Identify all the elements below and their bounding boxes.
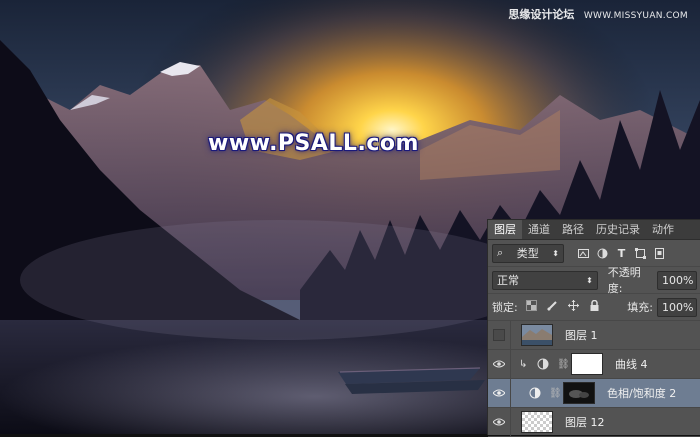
pixel-filter-icon[interactable] xyxy=(578,248,589,259)
layer-row[interactable]: ↳ ⛓ 曲线 4 xyxy=(488,350,700,379)
adjustment-layer-content: ↳ ⛓ 曲线 4 xyxy=(511,353,648,375)
shape-filter-icon[interactable] xyxy=(635,247,646,259)
layer-filter-row: ⌕ 类型 ⬍ T xyxy=(488,240,700,267)
hue-saturation-adjustment-icon xyxy=(529,387,541,399)
transparent-layer-thumbnail xyxy=(521,411,553,433)
smart-object-filter-icon[interactable] xyxy=(654,247,665,259)
lock-transparent-pixels-icon[interactable] xyxy=(525,300,537,314)
opacity-value: 100% xyxy=(662,273,694,287)
layer-thumbnail xyxy=(521,324,553,346)
hidden-visibility-box xyxy=(493,329,505,341)
blend-mode-select[interactable]: 正常 ⬍ xyxy=(492,270,598,290)
visibility-toggle[interactable] xyxy=(488,408,511,436)
site-watermark-cn: 思缘设计论坛 xyxy=(508,8,575,21)
layer-mask-thumbnail[interactable] xyxy=(571,353,603,375)
link-chain-icon[interactable]: ⛓ xyxy=(557,359,570,370)
psall-logo: www.PSALL.com xyxy=(208,131,419,156)
eye-icon xyxy=(492,387,506,400)
blend-opacity-row: 正常 ⬍ 不透明度: 100% xyxy=(488,266,700,295)
layer-row[interactable]: 图层 1 xyxy=(488,321,700,350)
layer-kind-filter-select[interactable]: ⌕ 类型 ⬍ xyxy=(492,243,564,263)
layer-row-selected[interactable]: ⛓ 色相/饱和度 2 xyxy=(488,379,700,408)
clipping-mask-arrow-icon: ↳ xyxy=(519,358,528,370)
up-down-arrows-icon: ⬍ xyxy=(552,248,559,258)
lock-icons xyxy=(525,299,600,314)
opacity-input[interactable]: 100% xyxy=(657,270,697,290)
adjustment-filter-icon[interactable] xyxy=(597,248,608,259)
tab-layers[interactable]: 图层 xyxy=(488,220,522,239)
tab-paths[interactable]: 路径 xyxy=(556,220,590,239)
lock-position-icon[interactable] xyxy=(567,300,579,314)
tab-channels[interactable]: 通道 xyxy=(522,220,556,239)
lock-all-icon[interactable] xyxy=(589,299,600,314)
fill-input[interactable]: 100% xyxy=(657,297,697,317)
link-chain-icon[interactable]: ⛓ xyxy=(549,388,562,399)
filter-icons: T xyxy=(578,247,665,260)
visibility-toggle[interactable] xyxy=(488,321,511,349)
lock-label: 锁定: xyxy=(492,301,518,314)
type-filter-icon[interactable]: T xyxy=(616,247,627,260)
layer-mask-thumbnail[interactable] xyxy=(563,382,595,404)
layer-name: 色相/饱和度 2 xyxy=(607,387,677,400)
layers-panel: 图层 通道 路径 历史记录 动作 ⌕ 类型 ⬍ T 正常 ⬍ 不透明度: 100… xyxy=(487,219,700,437)
layer-name: 曲线 4 xyxy=(615,358,648,371)
visibility-toggle[interactable] xyxy=(488,350,511,378)
kind-filter-label: 类型 xyxy=(516,247,539,260)
eye-icon xyxy=(492,416,506,429)
tab-history[interactable]: 历史记录 xyxy=(590,220,646,239)
fill-label: 填充: xyxy=(627,301,653,314)
visibility-toggle[interactable] xyxy=(488,379,511,407)
up-down-arrows-icon: ⬍ xyxy=(586,275,593,285)
eye-icon xyxy=(492,358,506,371)
fill-value: 100% xyxy=(662,300,694,314)
blend-mode-value: 正常 xyxy=(497,274,519,287)
site-watermark: 思缘设计论坛 WWW.MISSYUAN.COM xyxy=(508,6,688,22)
opacity-label: 不透明度: xyxy=(607,266,641,295)
layer-name: 图层 12 xyxy=(565,416,605,429)
site-watermark-url: WWW.MISSYUAN.COM xyxy=(583,11,688,21)
panel-tab-bar: 图层 通道 路径 历史记录 动作 xyxy=(488,220,700,240)
search-icon: ⌕ xyxy=(497,246,504,259)
adjustment-layer-content: ⛓ 色相/饱和度 2 xyxy=(511,382,676,404)
tab-actions[interactable]: 动作 xyxy=(646,220,680,239)
layer-row[interactable]: 图层 12 xyxy=(488,408,700,437)
curves-adjustment-icon xyxy=(537,358,549,370)
layer-name: 图层 1 xyxy=(565,329,598,342)
lock-fill-row: 锁定: 填充: 100% xyxy=(488,294,700,321)
lock-image-pixels-icon[interactable] xyxy=(547,300,558,314)
